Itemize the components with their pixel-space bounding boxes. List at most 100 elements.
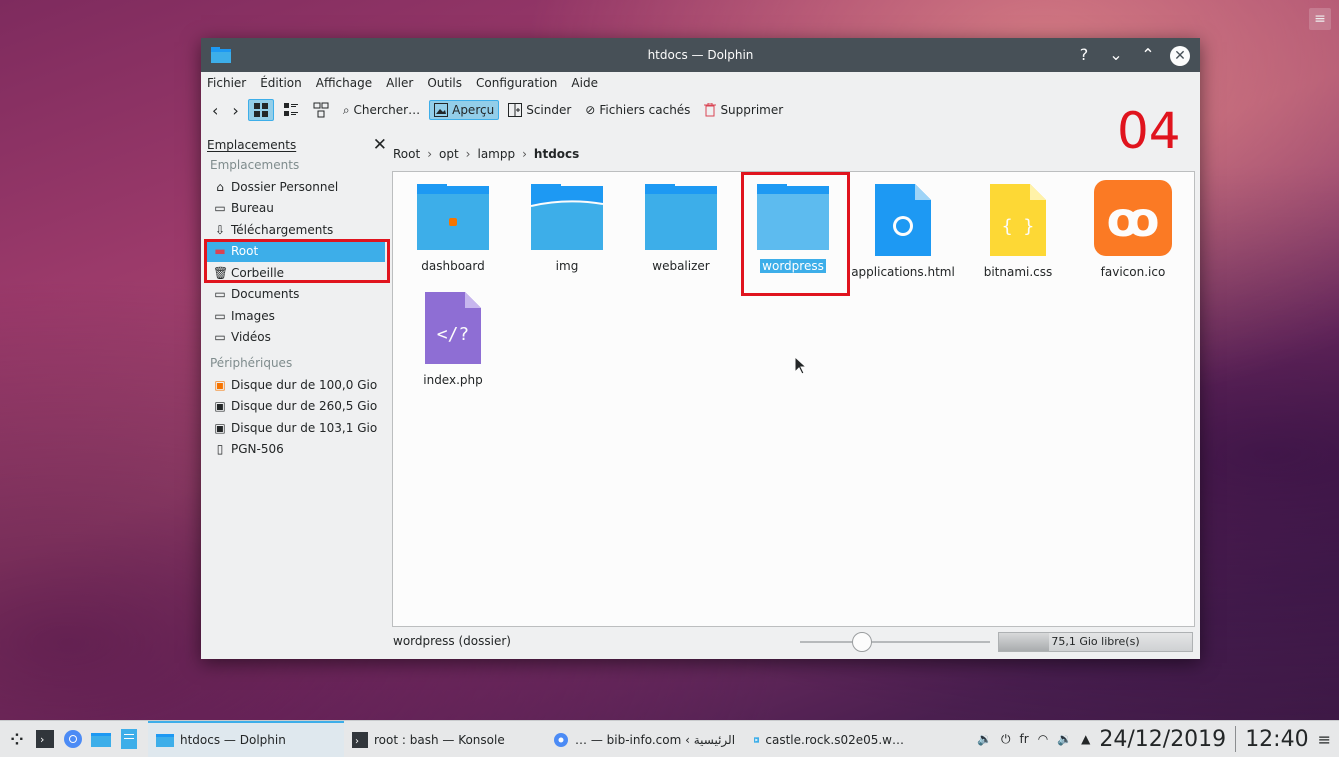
menu-edition[interactable]: Édition — [260, 76, 302, 90]
keyboard-layout-indicator[interactable]: fr — [1020, 732, 1029, 746]
system-tray: 🔉 ⏻ fr ◠ 🔉 ▲ 24/12/2019 12:40 ≡ — [977, 721, 1331, 757]
application-launcher-icon[interactable]: ⁘ — [6, 728, 28, 750]
text-editor-launcher-icon[interactable] — [118, 728, 140, 750]
desktop-icon: ▭ — [214, 201, 226, 216]
device-label: Disque dur de 103,1 Gio — [231, 420, 378, 435]
file-item-bitnami-css[interactable]: { } bitnami.css — [963, 184, 1073, 279]
power-icon[interactable]: ⏻ — [1001, 732, 1011, 747]
desktop-menu-icon[interactable]: ≡ — [1309, 8, 1331, 30]
back-button[interactable]: ‹ — [207, 98, 223, 123]
chevron-right-icon: › — [522, 147, 527, 161]
device-disk-260[interactable]: ▣ Disque dur de 260,5 Gio — [201, 396, 391, 418]
date-display[interactable]: 24/12/2019 — [1099, 727, 1226, 752]
hidden-files-button[interactable]: ⊘ Fichiers cachés — [580, 100, 695, 120]
image-icon — [434, 103, 449, 117]
dolphin-launcher-icon[interactable] — [90, 728, 112, 750]
file-name: applications.html — [851, 265, 955, 279]
title-bar[interactable]: htdocs — Dolphin ? ⌄ ⌃ ✕ — [201, 38, 1200, 72]
minimize-button[interactable]: ⌄ — [1106, 43, 1126, 67]
zoom-slider[interactable] — [800, 632, 990, 652]
folder-icon: ▭ — [214, 330, 226, 345]
zoom-slider-handle[interactable] — [851, 632, 872, 652]
chromium-launcher-icon[interactable] — [62, 728, 84, 750]
place-images[interactable]: ▭ Images — [201, 305, 391, 327]
place-downloads[interactable]: ⇩ Téléchargements — [201, 219, 391, 241]
svg-text:ꝏ: ꝏ — [1106, 192, 1159, 248]
dolphin-window: htdocs — Dolphin ? ⌄ ⌃ ✕ Fichier Édition… — [201, 38, 1200, 659]
place-label: Vidéos — [231, 330, 271, 345]
task-dolphin[interactable]: htdocs — Dolphin — [148, 721, 344, 757]
delete-button[interactable]: Supprimer — [699, 100, 788, 120]
breadcrumb-root[interactable]: Root — [393, 147, 420, 161]
phone-icon: ▯ — [216, 442, 224, 457]
menu-aller[interactable]: Aller — [386, 76, 413, 90]
close-panel-icon[interactable]: ✕ — [373, 135, 387, 155]
breadcrumb-lampp[interactable]: lampp — [477, 147, 515, 161]
volume-icon[interactable]: 🔉 — [1057, 732, 1072, 746]
chromium-task-icon — [554, 733, 568, 747]
place-videos[interactable]: ▭ Vidéos — [201, 327, 391, 349]
wifi-icon[interactable]: ◠ — [1038, 732, 1048, 746]
hidden-files-label: Fichiers cachés — [599, 103, 691, 117]
place-label: Images — [231, 308, 275, 323]
folder-icon: ▭ — [214, 308, 226, 323]
svg-text:{ }: { } — [1002, 216, 1035, 237]
download-icon: ⇩ — [214, 222, 226, 237]
menu-outils[interactable]: Outils — [427, 76, 462, 90]
xampp-logo-icon: ꝏ — [1094, 180, 1172, 256]
breadcrumb-opt[interactable]: opt — [439, 147, 459, 161]
svg-text:›: › — [355, 736, 359, 747]
help-button[interactable]: ? — [1074, 43, 1094, 67]
file-item-dashboard[interactable]: dashboard — [398, 184, 508, 273]
search-button[interactable]: ⌕ Chercher… — [338, 100, 425, 121]
task-konsole[interactable]: › root : bash — Konsole — [344, 721, 545, 757]
folder-icon — [645, 184, 717, 250]
icons-view-button[interactable] — [247, 99, 274, 121]
task-browser[interactable]: … — bib-info.com ‹ الرئيسية — [545, 721, 746, 757]
status-bar: wordpress (dossier) 75,1 Gio libre(s) — [393, 630, 1193, 654]
place-documents[interactable]: ▭ Documents — [201, 284, 391, 306]
file-item-favicon[interactable]: ꝏ favicon.ico — [1078, 180, 1188, 279]
icons-view-icon — [253, 103, 268, 117]
menu-configuration[interactable]: Configuration — [476, 76, 557, 90]
details-view-button[interactable] — [308, 99, 334, 121]
free-space-bar[interactable]: 75,1 Gio libre(s) — [998, 632, 1193, 652]
file-name: img — [555, 259, 579, 273]
file-item-applications-html[interactable]: applications.html — [848, 184, 958, 279]
device-disk-103[interactable]: ▣ Disque dur de 103,1 Gio — [201, 417, 391, 439]
maximize-button[interactable]: ⌃ — [1138, 43, 1158, 67]
css-file-icon: { } — [990, 184, 1046, 256]
window-title: htdocs — Dolphin — [647, 48, 754, 62]
highlight-root-annotation — [204, 239, 390, 283]
split-button[interactable]: Scinder — [503, 100, 576, 120]
time-display[interactable]: 12:40 — [1245, 727, 1308, 752]
device-phone[interactable]: ▯ PGN-506 — [201, 439, 391, 461]
menu-affichage[interactable]: Affichage — [316, 76, 372, 90]
task-video[interactable]: castle.rock.s02e05.w… — [746, 721, 912, 757]
konsole-launcher-icon[interactable]: › — [34, 728, 56, 750]
status-text: wordpress (dossier) — [393, 634, 511, 648]
panel-menu-icon[interactable]: ≡ — [1318, 730, 1331, 749]
panel-title-text: Emplacements — [207, 138, 297, 152]
chevron-right-icon: › — [427, 147, 432, 161]
forward-button[interactable]: › — [227, 98, 243, 123]
drive-harddisk-icon: ▣ — [214, 377, 226, 392]
close-button[interactable]: ✕ — [1170, 46, 1190, 66]
device-label: Disque dur de 100,0 Gio — [231, 377, 378, 392]
file-item-index-php[interactable]: </? index.php — [398, 292, 508, 387]
compact-view-button[interactable] — [278, 99, 304, 121]
audio-playing-icon[interactable]: 🔉 — [977, 732, 992, 746]
file-item-webalizer[interactable]: webalizer — [626, 184, 736, 273]
tray-expand-icon[interactable]: ▲ — [1081, 732, 1090, 746]
svg-text:</?: </? — [437, 324, 470, 345]
device-disk-100[interactable]: ▣ Disque dur de 100,0 Gio — [201, 374, 391, 396]
file-name: index.php — [423, 373, 483, 387]
menu-fichier[interactable]: Fichier — [207, 76, 246, 90]
menu-aide[interactable]: Aide — [571, 76, 598, 90]
free-space-label: 75,1 Gio libre(s) — [1051, 635, 1140, 648]
breadcrumb-htdocs[interactable]: htdocs — [534, 147, 579, 161]
preview-button[interactable]: Aperçu — [429, 100, 500, 120]
place-home[interactable]: ⌂ Dossier Personnel — [201, 176, 391, 198]
place-desktop[interactable]: ▭ Bureau — [201, 198, 391, 220]
file-item-img[interactable]: img — [512, 184, 622, 273]
